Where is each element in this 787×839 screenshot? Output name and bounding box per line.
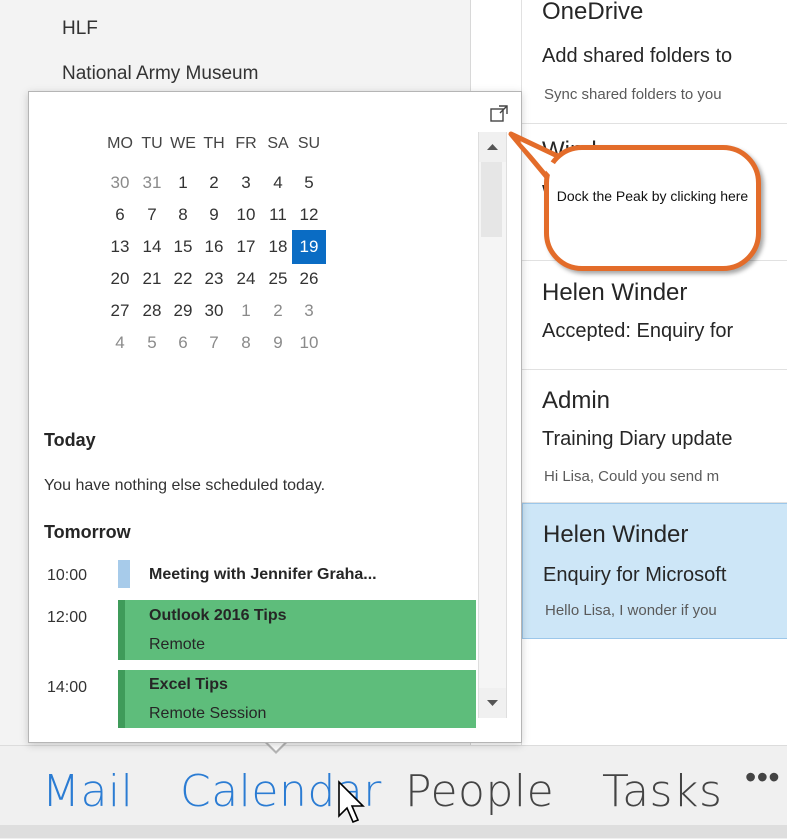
event-time: 12:00 (47, 609, 88, 626)
calendar-day[interactable]: 15 (166, 230, 200, 264)
message-list: OneDrive Add shared folders to Sync shar… (521, 0, 787, 745)
calendar-day[interactable]: 2 (197, 166, 231, 200)
calendar-day[interactable]: 26 (292, 262, 326, 296)
scroll-thumb[interactable] (481, 162, 502, 237)
calendar-day[interactable]: 31 (135, 166, 169, 200)
event-color-bar (118, 560, 130, 588)
scroll-down-button[interactable] (479, 688, 506, 718)
event-title[interactable]: Meeting with Jennifer Graha... (149, 566, 377, 584)
callout-bubble (544, 145, 761, 271)
nav-people[interactable]: People (405, 766, 554, 817)
calendar-day[interactable]: 4 (103, 326, 137, 360)
list-item[interactable]: Helen Winder Accepted: Enquiry for (522, 261, 787, 370)
calendar-day[interactable]: 16 (197, 230, 231, 264)
message-subject: Accepted: Enquiry for (542, 320, 734, 342)
calendar-day[interactable]: 4 (261, 166, 295, 200)
calendar-day[interactable]: 10 (292, 326, 326, 360)
event-location: Remote Session (149, 705, 267, 722)
calendar-day[interactable]: 23 (197, 262, 231, 296)
message-subject: Training Diary update (542, 428, 733, 450)
chevron-down-icon (487, 700, 498, 706)
dock-peek-icon[interactable] (489, 104, 509, 124)
today-heading: Today (44, 430, 96, 450)
calendar-day[interactable]: 9 (261, 326, 295, 360)
event-title: Outlook 2016 Tips (149, 607, 287, 624)
event-time: 10:00 (47, 567, 88, 584)
calendar-day[interactable]: 2 (261, 294, 295, 328)
event-location: Remote (149, 636, 206, 653)
calendar-day[interactable]: 1 (229, 294, 263, 328)
nav-mail[interactable]: Mail (42, 766, 133, 817)
event-time: 14:00 (47, 679, 88, 696)
calendar-day[interactable]: 30 (103, 166, 137, 200)
calendar-day[interactable]: 17 (229, 230, 263, 264)
nav-tasks[interactable]: Tasks (602, 766, 722, 817)
calendar-day[interactable]: 20 (103, 262, 137, 296)
weekday-header: MO (107, 135, 133, 152)
calendar-day[interactable]: 10 (229, 198, 263, 232)
chevron-up-icon (487, 144, 498, 150)
calendar-day[interactable]: 24 (229, 262, 263, 296)
calendar-day[interactable]: 7 (197, 326, 231, 360)
calendar-day[interactable]: 8 (166, 198, 200, 232)
tomorrow-heading: Tomorrow (44, 522, 131, 542)
calendar-day[interactable]: 1 (166, 166, 200, 200)
calendar-peek: MO TU WE TH FR SA SU 30 31 1 2 3 4 5 6 7 8 9 10 11 12 13 14 15 1… (28, 91, 522, 743)
calendar-day[interactable]: 21 (135, 262, 169, 296)
event-title: Excel Tips (149, 676, 228, 693)
message-preview: Sync shared folders to you (544, 86, 722, 103)
calendar-day[interactable]: 27 (103, 294, 137, 328)
mouse-cursor-icon (338, 780, 365, 824)
calendar-day[interactable]: 29 (166, 294, 200, 328)
weekday-header: FR (235, 135, 257, 152)
calendar-day[interactable]: 7 (135, 198, 169, 232)
message-sender: Helen Winder (543, 521, 689, 548)
weekday-header: SU (297, 135, 321, 152)
folder-item-national-army-museum[interactable]: National Army Museum (62, 63, 258, 85)
list-item-selected[interactable]: Helen Winder Enquiry for Microsoft Hello… (522, 503, 787, 639)
message-preview: Hello Lisa, I wonder if you (545, 602, 717, 619)
message-sender: OneDrive (542, 0, 644, 25)
message-subject: Add shared folders to (542, 45, 733, 67)
more-options-icon[interactable]: ••• (745, 758, 780, 796)
calendar-day[interactable]: 3 (229, 166, 263, 200)
message-sender: Helen Winder (542, 279, 688, 306)
calendar-day[interactable]: 25 (261, 262, 295, 296)
calendar-day[interactable]: 11 (261, 198, 295, 232)
calendar-day[interactable]: 22 (166, 262, 200, 296)
calendar-day[interactable]: 28 (135, 294, 169, 328)
scroll-up-button[interactable] (479, 132, 506, 162)
callout-text: Dock the Peak by clicking here (556, 188, 749, 204)
calendar-day[interactable]: 3 (292, 294, 326, 328)
weekday-header: SA (267, 135, 289, 152)
calendar-day[interactable]: 18 (261, 230, 295, 264)
weekday-header: WE (170, 135, 196, 152)
list-item[interactable]: OneDrive Add shared folders to Sync shar… (522, 0, 787, 124)
calendar-day[interactable]: 5 (135, 326, 169, 360)
calendar-day[interactable]: 8 (229, 326, 263, 360)
status-strip (0, 825, 787, 838)
weekday-header: TU (141, 135, 163, 152)
list-item[interactable]: Admin Training Diary update Hi Lisa, Cou… (522, 370, 787, 503)
calendar-day[interactable]: 6 (103, 198, 137, 232)
calendar-day[interactable]: 9 (197, 198, 231, 232)
calendar-day[interactable]: 30 (197, 294, 231, 328)
peek-scrollbar[interactable] (478, 132, 507, 718)
weekday-header: TH (203, 135, 225, 152)
nothing-scheduled-text: You have nothing else scheduled today. (44, 477, 326, 494)
folder-item-hlf[interactable]: HLF (62, 18, 98, 40)
calendar-day[interactable]: 6 (166, 326, 200, 360)
calendar-day-today[interactable]: 19 (292, 230, 326, 264)
calendar-day[interactable]: 5 (292, 166, 326, 200)
message-sender: Admin (542, 387, 611, 414)
calendar-day[interactable]: 13 (103, 230, 137, 264)
message-subject: Enquiry for Microsoft (543, 564, 727, 586)
calendar-day[interactable]: 14 (135, 230, 169, 264)
calendar-day[interactable]: 12 (292, 198, 326, 232)
message-preview: Hi Lisa, Could you send m (544, 468, 720, 485)
